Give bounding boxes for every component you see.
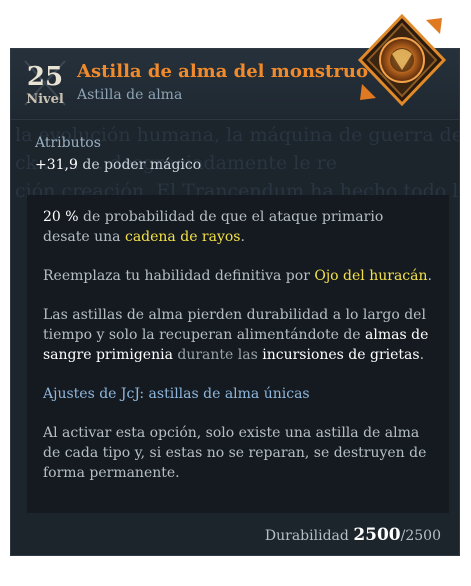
durability-label: Durabilidad	[264, 528, 349, 544]
durability-current: 2500	[353, 525, 401, 545]
effect-highlight-incursions: incursiones de grietas	[262, 347, 420, 363]
durability-max: /2500	[400, 528, 441, 544]
item-level: 25	[26, 62, 64, 92]
effect-end: .	[427, 268, 432, 284]
effect-end: .	[240, 229, 245, 245]
item-title: Astilla de alma del monstruo	[77, 61, 368, 82]
attribute-stat: de poder mágico	[82, 157, 202, 173]
effect-mid: durante las	[177, 347, 258, 363]
effect-highlight: Ojo del huracán	[314, 268, 428, 284]
effects-panel: 20 % de probabilidad de que el ataque pr…	[27, 195, 449, 513]
item-level-label: Nivel	[26, 92, 64, 107]
item-tooltip: 25 Nivel Astilla de alma del monstruo As…	[10, 48, 460, 556]
effect-chain-lightning: 20 % de probabilidad de que el ataque pr…	[43, 207, 433, 247]
effect-ultimate-replace: Reemplaza tu habilidad definitiva por Oj…	[43, 266, 433, 286]
effect-end: .	[419, 347, 425, 363]
pvp-settings-title: Ajustes de JcJ: astillas de alma únicas	[43, 386, 310, 402]
effect-percent: 20 %	[43, 209, 79, 225]
effect-highlight: cadena de rayos	[124, 229, 241, 245]
durability-readout: Durabilidad 2500/2500	[265, 525, 441, 545]
attributes-label: Atributos	[35, 135, 101, 151]
attribute-magic-power: +31,9 de poder mágico	[35, 157, 201, 173]
soul-shard-emblem-icon	[357, 14, 447, 106]
level-badge: 25 Nivel	[19, 55, 71, 111]
attribute-value: +31,9	[35, 157, 78, 173]
item-subtitle: Astilla de alma	[77, 87, 183, 103]
effect-text: Reemplaza tu habilidad definitiva por	[43, 268, 310, 284]
pvp-settings-text: Al activar esta opción, solo existe una …	[43, 425, 427, 481]
effect-durability-note: Las astillas de alma pierden durabilidad…	[43, 305, 433, 365]
